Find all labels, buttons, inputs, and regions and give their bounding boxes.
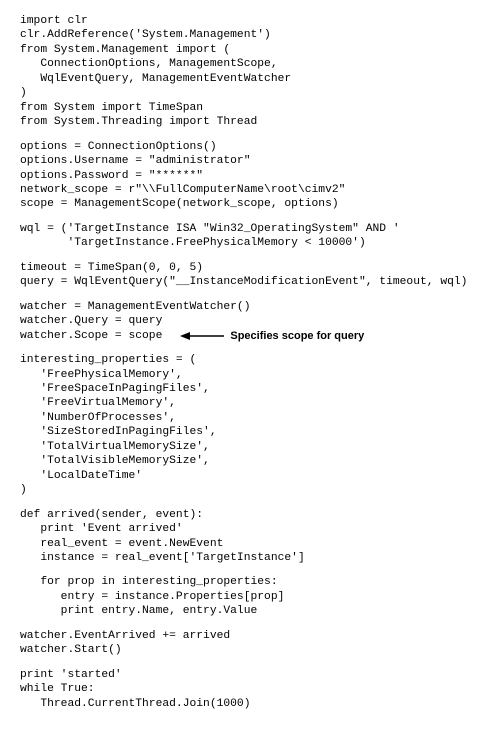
code-block-handler: def arrived(sender, event): print 'Event… <box>20 508 480 619</box>
arrow-left-icon <box>180 330 224 342</box>
code-block-properties: interesting_properties = ( 'FreePhysical… <box>20 353 480 498</box>
annotation-label: Specifies scope for query <box>230 329 364 343</box>
annotated-code-line: watcher.Scope = scope Specifies scope fo… <box>20 329 480 343</box>
code-block-watcher: watcher = ManagementEventWatcher() watch… <box>20 300 480 343</box>
code-line: watcher.Query = query <box>20 314 480 328</box>
code-block-imports: import clr clr.AddReference('System.Mana… <box>20 14 480 130</box>
code-paragraph: for prop in interesting_properties: entr… <box>20 575 480 618</box>
code-line: watcher = ManagementEventWatcher() <box>20 300 480 314</box>
code-block-loop: print 'started' while True: Thread.Curre… <box>20 668 480 711</box>
code-block-query: timeout = TimeSpan(0, 0, 5) query = WqlE… <box>20 261 480 290</box>
code-block-start: watcher.EventArrived += arrived watcher.… <box>20 629 480 658</box>
code-line: watcher.Scope = scope <box>20 329 162 343</box>
code-block-wql: wql = ('TargetInstance ISA "Win32_Operat… <box>20 222 480 251</box>
code-block-options: options = ConnectionOptions() options.Us… <box>20 140 480 212</box>
code-paragraph: def arrived(sender, event): print 'Event… <box>20 508 480 566</box>
